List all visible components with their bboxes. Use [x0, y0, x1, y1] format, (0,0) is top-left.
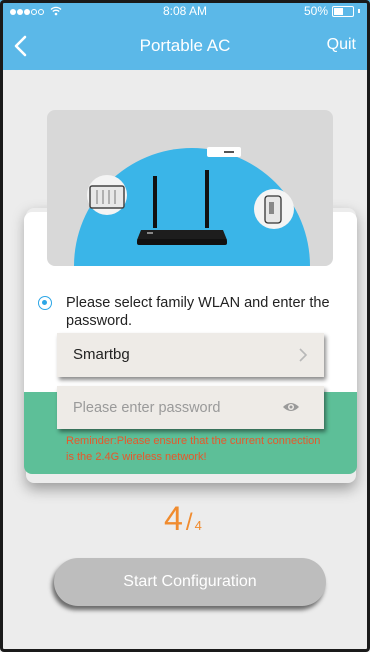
battery-tip	[358, 9, 360, 13]
battery-icon	[332, 5, 354, 17]
eye-icon[interactable]	[282, 401, 300, 413]
step-slash: /	[185, 509, 193, 536]
router-illustration-svg	[47, 110, 333, 266]
password-input[interactable]	[71, 396, 275, 420]
page-title: Portable AC	[139, 36, 231, 55]
chevron-right-icon	[299, 348, 308, 362]
wifi-network-select[interactable]: Smartbg	[57, 333, 324, 377]
wifi-name: Smartbg	[73, 346, 130, 363]
battery-status: 50%	[304, 4, 360, 18]
quit-button[interactable]: Quit	[327, 36, 356, 54]
portable-ac-icon	[254, 189, 294, 229]
reminder-text: Reminder:Please ensure that the current …	[66, 435, 321, 463]
wlan-radio-button[interactable]	[38, 296, 52, 310]
battery-percent: 50%	[303, 4, 328, 18]
step-current: 4	[164, 500, 183, 538]
status-bar: 8:08 AM 50%	[0, 0, 370, 22]
split-ac-icon	[207, 147, 241, 157]
start-configuration-button[interactable]: Start Configuration	[54, 558, 326, 606]
password-field[interactable]	[57, 386, 324, 429]
step-total: 4	[194, 518, 202, 533]
nav-bar: Portable AC Quit	[0, 22, 370, 70]
window-ac-icon	[87, 175, 127, 215]
instruction-text: Please select family WLAN and enter the …	[66, 295, 330, 329]
step-indicator: 4/4	[164, 500, 202, 539]
router-illustration	[47, 110, 333, 266]
